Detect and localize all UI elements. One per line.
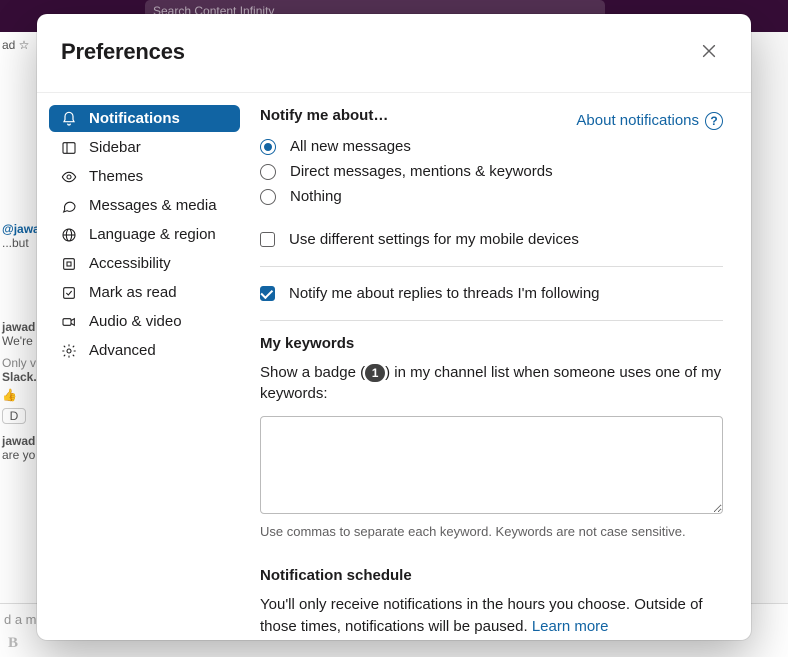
radio-all-messages[interactable]: All new messages [260, 134, 723, 159]
notify-header: Notify me about… [260, 107, 388, 124]
nav-label: Audio & video [89, 313, 182, 330]
close-button[interactable] [691, 34, 727, 70]
radio-icon [260, 139, 276, 155]
divider [260, 320, 723, 321]
video-icon [61, 314, 77, 330]
nav-label: Mark as read [89, 284, 177, 301]
close-icon [700, 42, 718, 63]
help-icon: ? [705, 112, 723, 130]
sidebar-icon [61, 140, 77, 156]
schedule-header: Notification schedule [260, 567, 723, 584]
checkbox-icon [260, 232, 275, 247]
keywords-header: My keywords [260, 335, 723, 352]
nav-label: Themes [89, 168, 143, 185]
preferences-content[interactable]: Notify me about… About notifications ? A… [252, 93, 751, 640]
nav-item-messages[interactable]: Messages & media [49, 192, 240, 219]
learn-more-link[interactable]: Learn more [532, 618, 609, 635]
nav-item-themes[interactable]: Themes [49, 163, 240, 190]
check-square-icon [61, 285, 77, 301]
checkbox-label: Use different settings for my mobile dev… [289, 231, 579, 248]
checkbox-icon [260, 286, 275, 301]
checkbox-mobile-settings[interactable]: Use different settings for my mobile dev… [260, 227, 723, 252]
about-link-text: About notifications [576, 112, 699, 129]
radio-icon [260, 164, 276, 180]
nav-item-sidebar[interactable]: Sidebar [49, 134, 240, 161]
schedule-description: You'll only receive notifications in the… [260, 594, 723, 638]
nav-item-accessibility[interactable]: Accessibility [49, 250, 240, 277]
radio-nothing[interactable]: Nothing [260, 184, 723, 209]
eye-icon [61, 169, 77, 185]
keywords-hint: Use commas to separate each keyword. Key… [260, 524, 723, 539]
nav-item-advanced[interactable]: Advanced [49, 337, 240, 364]
gear-icon [61, 343, 77, 359]
checkbox-label: Notify me about replies to threads I'm f… [289, 285, 600, 302]
keywords-input[interactable] [260, 416, 723, 514]
preferences-modal: Preferences Notifications Sidebar Themes [37, 14, 751, 640]
nav-label: Advanced [89, 342, 156, 359]
checkbox-thread-replies[interactable]: Notify me about replies to threads I'm f… [260, 281, 723, 306]
badge-example: 1 [365, 364, 385, 382]
nav-item-language[interactable]: Language & region [49, 221, 240, 248]
nav-item-notifications[interactable]: Notifications [49, 105, 240, 132]
radio-dm-mentions[interactable]: Direct messages, mentions & keywords [260, 159, 723, 184]
modal-title: Preferences [61, 39, 185, 65]
nav-item-audiovideo[interactable]: Audio & video [49, 308, 240, 335]
nav-item-markasread[interactable]: Mark as read [49, 279, 240, 306]
keywords-description: Show a badge (1) in my channel list when… [260, 362, 723, 404]
radio-label: All new messages [290, 138, 411, 155]
message-icon [61, 198, 77, 214]
nav-label: Accessibility [89, 255, 171, 272]
nav-label: Messages & media [89, 197, 217, 214]
radio-label: Direct messages, mentions & keywords [290, 163, 553, 180]
radio-icon [260, 189, 276, 205]
accessibility-icon [61, 256, 77, 272]
nav-label: Language & region [89, 226, 216, 243]
bell-icon [61, 111, 77, 127]
preferences-sidebar: Notifications Sidebar Themes Messages & … [37, 93, 252, 640]
globe-icon [61, 227, 77, 243]
divider [260, 266, 723, 267]
nav-label: Sidebar [89, 139, 141, 156]
radio-label: Nothing [290, 188, 342, 205]
nav-label: Notifications [89, 110, 180, 127]
about-notifications-link[interactable]: About notifications ? [576, 112, 723, 130]
